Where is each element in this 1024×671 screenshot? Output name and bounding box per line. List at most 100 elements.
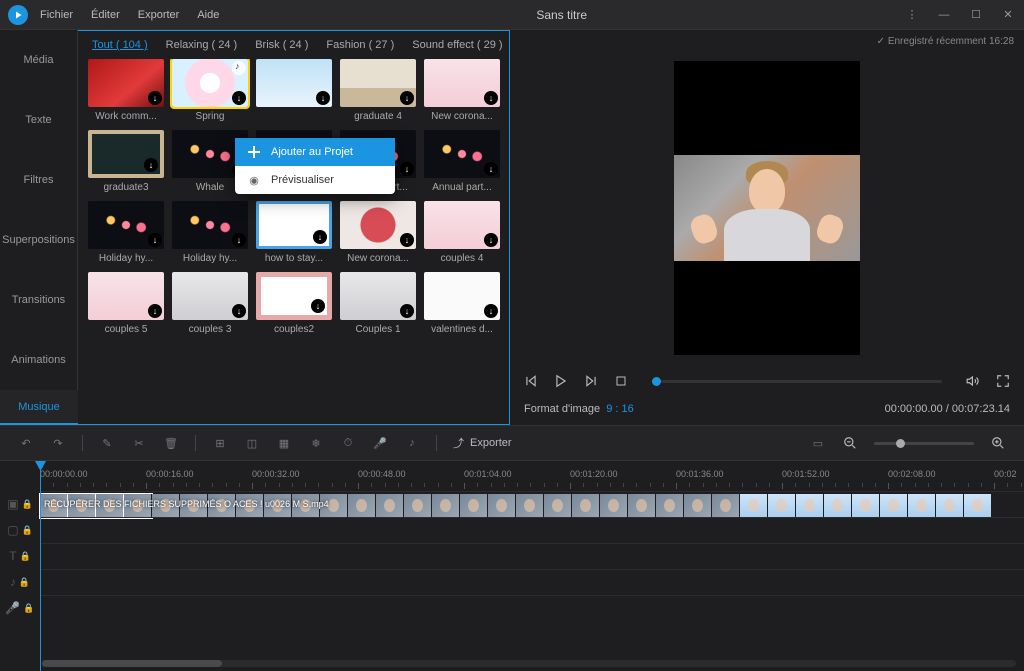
track-voice-icon[interactable]: 🎤 — [5, 601, 20, 615]
clip-frame[interactable] — [432, 494, 460, 518]
redo-icon[interactable]: ↷ — [50, 435, 66, 451]
download-icon[interactable] — [311, 299, 325, 313]
freeze-icon[interactable]: ❄ — [308, 435, 324, 451]
undo-icon[interactable]: ↶ — [18, 435, 34, 451]
music-thumb[interactable]: how to stay... — [256, 201, 332, 264]
zoom-out-icon[interactable] — [842, 435, 858, 451]
close-icon[interactable]: ✕ — [1000, 7, 1016, 23]
menu-edit[interactable]: Éditer — [91, 9, 120, 21]
clip-frame[interactable] — [516, 494, 544, 518]
clip-frame[interactable] — [796, 494, 824, 518]
play-button[interactable] — [552, 372, 570, 390]
download-icon[interactable] — [400, 233, 414, 247]
export-button[interactable]: ⤴ Exporter — [453, 435, 512, 451]
download-icon[interactable] — [148, 304, 162, 318]
clip-frame[interactable] — [684, 494, 712, 518]
fit-icon[interactable]: ▭ — [810, 435, 826, 451]
stop-button[interactable] — [612, 372, 630, 390]
clip-frame[interactable] — [460, 494, 488, 518]
download-icon[interactable] — [148, 91, 162, 105]
volume-icon[interactable] — [964, 372, 982, 390]
tab-brisk[interactable]: Brisk ( 24 ) — [255, 39, 308, 51]
download-icon[interactable] — [484, 304, 498, 318]
horizontal-scrollbar[interactable] — [42, 660, 1016, 667]
voice-track[interactable] — [40, 595, 1024, 621]
ctx-add-to-project[interactable]: Ajouter au Projet — [235, 138, 395, 166]
tab-sound-effect[interactable]: Sound effect ( 29 ) — [412, 39, 502, 51]
clip-frame[interactable] — [824, 494, 852, 518]
mosaic-icon[interactable]: ▦ — [276, 435, 292, 451]
sidebar-item-music[interactable]: Musique — [0, 390, 78, 425]
lock-icon[interactable]: 🔒 — [22, 499, 33, 510]
menu-file[interactable]: Fichier — [40, 9, 73, 21]
music-thumb[interactable]: Spring — [172, 59, 248, 122]
time-ruler[interactable]: 00:00:00.0000:00:16.0000:00:32.0000:00:4… — [40, 461, 1024, 491]
download-icon[interactable] — [484, 162, 498, 176]
menu-help[interactable]: Aide — [197, 9, 219, 21]
mic-icon[interactable]: 🎤 — [372, 435, 388, 451]
crop-icon[interactable]: ◫ — [244, 435, 260, 451]
edit-icon[interactable]: ✎ — [99, 435, 115, 451]
overlay-track[interactable] — [40, 517, 1024, 543]
clip-frame[interactable] — [768, 494, 796, 518]
next-button[interactable] — [582, 372, 600, 390]
cut-icon[interactable]: ✂ — [131, 435, 147, 451]
progress-bar[interactable] — [652, 380, 942, 383]
clip-frame[interactable] — [600, 494, 628, 518]
music-thumb[interactable]: New corona... — [424, 59, 500, 122]
download-icon[interactable] — [148, 233, 162, 247]
download-icon[interactable] — [400, 304, 414, 318]
clip-frame[interactable] — [348, 494, 376, 518]
track-text-icon[interactable]: T — [9, 549, 16, 563]
clip-frame[interactable] — [964, 494, 992, 518]
clip-frame[interactable] — [572, 494, 600, 518]
music-thumb[interactable] — [256, 59, 332, 122]
tab-tout[interactable]: Tout ( 104 ) — [92, 39, 148, 51]
music-track[interactable] — [40, 569, 1024, 595]
sidebar-item-animations[interactable]: Animations — [0, 330, 77, 390]
clip-frame[interactable] — [852, 494, 880, 518]
clip-frame[interactable] — [376, 494, 404, 518]
delete-icon[interactable]: 🗑 — [163, 435, 179, 451]
download-icon[interactable] — [232, 91, 246, 105]
track-music-icon[interactable]: ♪ — [10, 575, 16, 589]
clip-frame[interactable] — [628, 494, 656, 518]
music-thumb[interactable]: Couples 1 — [340, 272, 416, 335]
sidebar-item-media[interactable]: Média — [0, 30, 77, 90]
download-icon[interactable] — [484, 91, 498, 105]
download-icon[interactable] — [232, 304, 246, 318]
download-icon[interactable] — [400, 162, 414, 176]
track-overlay-icon[interactable]: ▢ — [7, 523, 18, 537]
download-icon[interactable] — [400, 91, 414, 105]
audio-icon[interactable]: ♪ — [404, 435, 420, 451]
music-thumb[interactable]: couples 3 — [172, 272, 248, 335]
download-icon[interactable] — [316, 91, 330, 105]
download-icon[interactable] — [484, 233, 498, 247]
clip-frame[interactable] — [908, 494, 936, 518]
video-track[interactable]: RÉCUPÉRER DES FICHIERS SUPPRIMÉS O ACES … — [40, 491, 1024, 517]
download-icon[interactable] — [232, 233, 246, 247]
aspect-value[interactable]: 9 : 16 — [606, 403, 634, 415]
minimize-icon[interactable]: — — [936, 7, 952, 23]
prev-button[interactable] — [522, 372, 540, 390]
text-track[interactable] — [40, 543, 1024, 569]
tab-relaxing[interactable]: Relaxing ( 24 ) — [166, 39, 238, 51]
split-icon[interactable]: ⊞ — [212, 435, 228, 451]
music-thumb[interactable]: Holiday hy... — [88, 201, 164, 264]
download-icon[interactable] — [313, 230, 327, 244]
clip-frame[interactable] — [544, 494, 572, 518]
tab-fashion[interactable]: Fashion ( 27 ) — [326, 39, 394, 51]
clip-frame[interactable] — [404, 494, 432, 518]
fullscreen-icon[interactable] — [994, 372, 1012, 390]
clip-frame[interactable] — [488, 494, 516, 518]
download-icon[interactable] — [144, 158, 158, 172]
kebab-icon[interactable]: ⋮ — [904, 7, 920, 23]
music-thumb[interactable]: graduate3 — [88, 130, 164, 193]
zoom-in-icon[interactable] — [990, 435, 1006, 451]
clip-frame[interactable] — [740, 494, 768, 518]
sidebar-item-overlays[interactable]: Superpositions — [0, 210, 77, 270]
music-thumb[interactable]: Annual part... — [424, 130, 500, 193]
maximize-icon[interactable]: ☐ — [968, 7, 984, 23]
sidebar-item-filters[interactable]: Filtres — [0, 150, 77, 210]
clip-frame[interactable] — [936, 494, 964, 518]
